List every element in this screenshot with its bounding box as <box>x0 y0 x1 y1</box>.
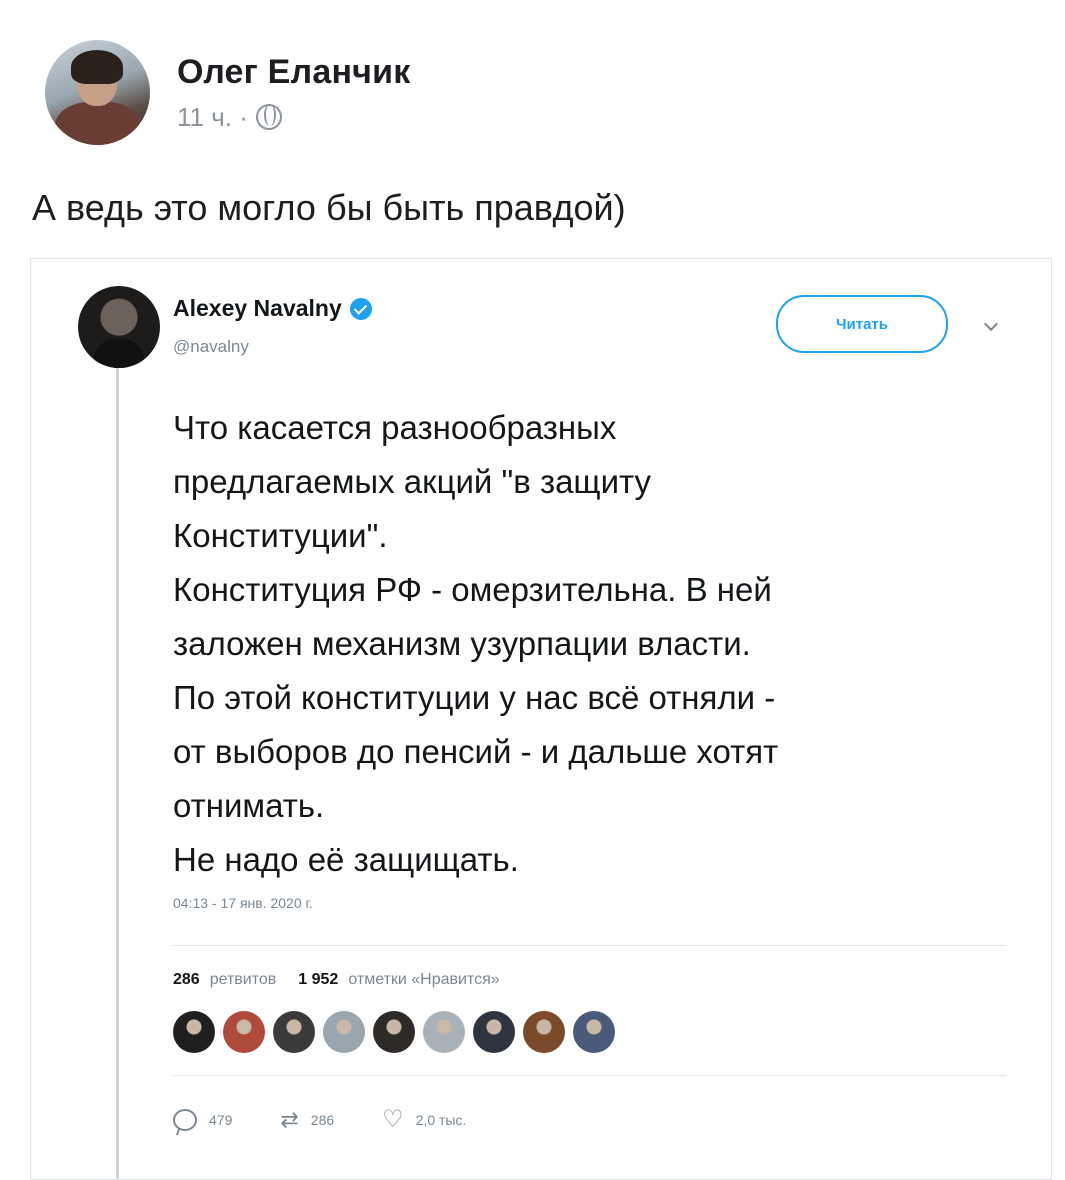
embedded-tweet-image[interactable]: Alexey Navalny @navalny Читать Что касае… <box>30 258 1052 1180</box>
tweet-line: предлагаемых акций "в защиту <box>173 463 652 500</box>
tweet-line: заложен механизм узурпации власти. <box>173 625 751 662</box>
liker-avatar <box>573 1011 615 1053</box>
liker-avatar <box>423 1011 465 1053</box>
tweet-line: Конституции". <box>173 517 388 554</box>
heart-icon: ♡ <box>382 1106 404 1133</box>
divider <box>173 1075 1006 1076</box>
reply-count: 479 <box>209 1111 233 1128</box>
tweet-line: Конституция РФ - омерзительна. В ней <box>173 571 772 608</box>
author-name[interactable]: Олег Еланчик <box>177 53 410 92</box>
liker-avatar <box>273 1011 315 1053</box>
tweet-line: от выборов до пенсий - и дальше хотят <box>173 733 779 770</box>
divider <box>173 945 1006 946</box>
post-time[interactable]: 11 ч. · <box>177 102 248 133</box>
tweet-line: Что касается разнообразных <box>173 409 617 446</box>
liker-avatar <box>473 1011 515 1053</box>
tweet-line: отнимать. <box>173 787 325 824</box>
retweet-count: 286 <box>310 1111 335 1128</box>
tweet-stats: 286 ретвитов 1 952 отметки «Нравится» <box>173 971 500 989</box>
thread-line <box>116 359 119 1179</box>
liker-avatar <box>323 1011 365 1053</box>
chevron-down-icon <box>983 316 999 332</box>
like-count: 2,0 тыс. <box>415 1111 467 1128</box>
avatar-hair-shape <box>71 50 123 84</box>
retweet-action: ⇄ 286 <box>280 1107 334 1133</box>
retweet-icon: ⇄ <box>280 1106 299 1132</box>
tweet-body: Что касается разнообразных предлагаемых … <box>173 401 1013 887</box>
liker-avatar <box>173 1011 215 1053</box>
tweet-author-name: Alexey Navalny <box>173 295 342 321</box>
post-header: Олег Еланчик 11 ч. · <box>45 40 410 145</box>
likes-count: 1 952 <box>298 971 339 988</box>
post-meta: 11 ч. · <box>177 102 410 133</box>
tweet-actions: 479 ⇄ 286 ♡ 2,0 тыс. <box>173 1105 514 1134</box>
tweet-name-row: Alexey Navalny <box>173 295 372 322</box>
post-text: А ведь это могло бы быть правдой) <box>32 187 626 228</box>
tweet-timestamp: 04:13 - 17 янв. 2020 г. <box>173 895 313 911</box>
avatar-body-shape <box>55 102 141 145</box>
author-avatar[interactable] <box>45 40 150 145</box>
retweets-label: ретвитов <box>209 971 277 988</box>
globe-icon <box>255 104 282 130</box>
retweets-count: 286 <box>173 971 200 988</box>
author-block: Олег Еланчик 11 ч. · <box>177 53 410 133</box>
likes-label: отметки «Нравится» <box>348 971 500 988</box>
liker-avatar <box>523 1011 565 1053</box>
liker-avatar <box>373 1011 415 1053</box>
liker-avatar <box>223 1011 265 1053</box>
tweet-line: Не надо её защищать. <box>173 841 519 878</box>
tweet-line: По этой конституции у нас всё отняли - <box>173 679 776 716</box>
reply-icon <box>173 1108 197 1131</box>
tweet-avatar <box>78 286 160 368</box>
likers-avatars <box>173 1011 623 1053</box>
like-action: ♡ 2,0 тыс. <box>382 1105 466 1134</box>
verified-badge-icon <box>349 297 372 320</box>
reply-action: 479 <box>173 1108 233 1131</box>
follow-button: Читать <box>776 295 948 353</box>
tweet-handle: @navalny <box>173 337 249 356</box>
